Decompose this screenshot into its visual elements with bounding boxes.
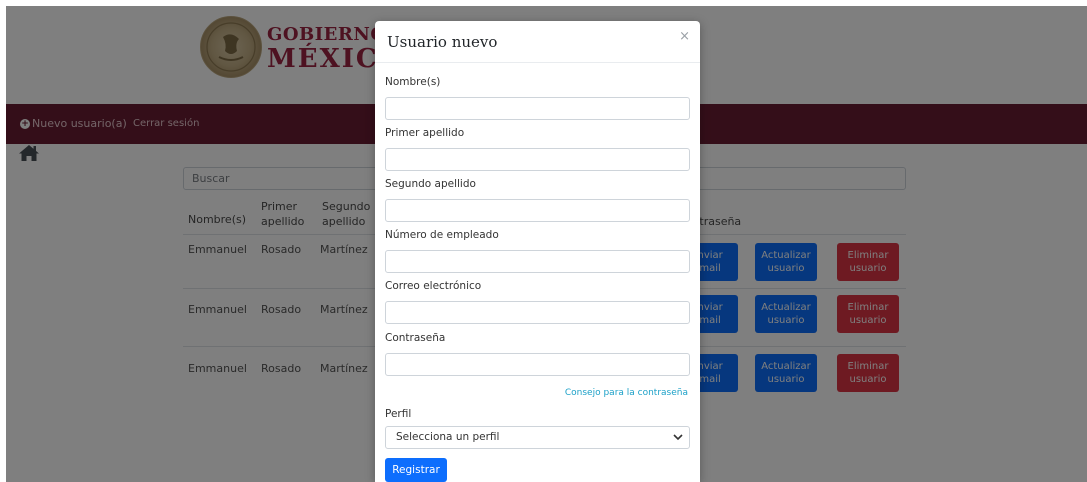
new-user-modal: Usuario nuevo × Nombre(s) Primer apellid… (375, 21, 700, 482)
background-page: GOBIERNO DE MÉXICO + Nuevo usuario(a) Ce… (6, 6, 1087, 482)
email-input[interactable] (385, 301, 690, 324)
password-input[interactable] (385, 353, 690, 376)
modal-title: Usuario nuevo (387, 33, 498, 51)
perfil-select[interactable]: Selecciona un perfil (385, 426, 690, 449)
label-perfil: Perfil (385, 408, 412, 420)
primer-apellido-input[interactable] (385, 148, 690, 171)
password-hint-link[interactable]: Consejo para la contraseña (565, 388, 688, 398)
label-contrasena: Contraseña (385, 332, 446, 344)
chevron-down-icon (673, 434, 683, 441)
label-primer-apellido: Primer apellido (385, 127, 465, 139)
nombre-input[interactable] (385, 97, 690, 120)
modal-header-divider (375, 62, 700, 63)
label-correo: Correo electrónico (385, 280, 482, 292)
label-nombre: Nombre(s) (385, 76, 441, 88)
label-segundo-apellido: Segundo apellido (385, 178, 476, 190)
label-numero-empleado: Número de empleado (385, 229, 499, 241)
segundo-apellido-input[interactable] (385, 199, 690, 222)
numero-empleado-input[interactable] (385, 250, 690, 273)
perfil-select-value: Selecciona un perfil (396, 431, 500, 443)
close-icon[interactable]: × (679, 29, 690, 45)
register-button[interactable]: Registrar (385, 458, 447, 482)
